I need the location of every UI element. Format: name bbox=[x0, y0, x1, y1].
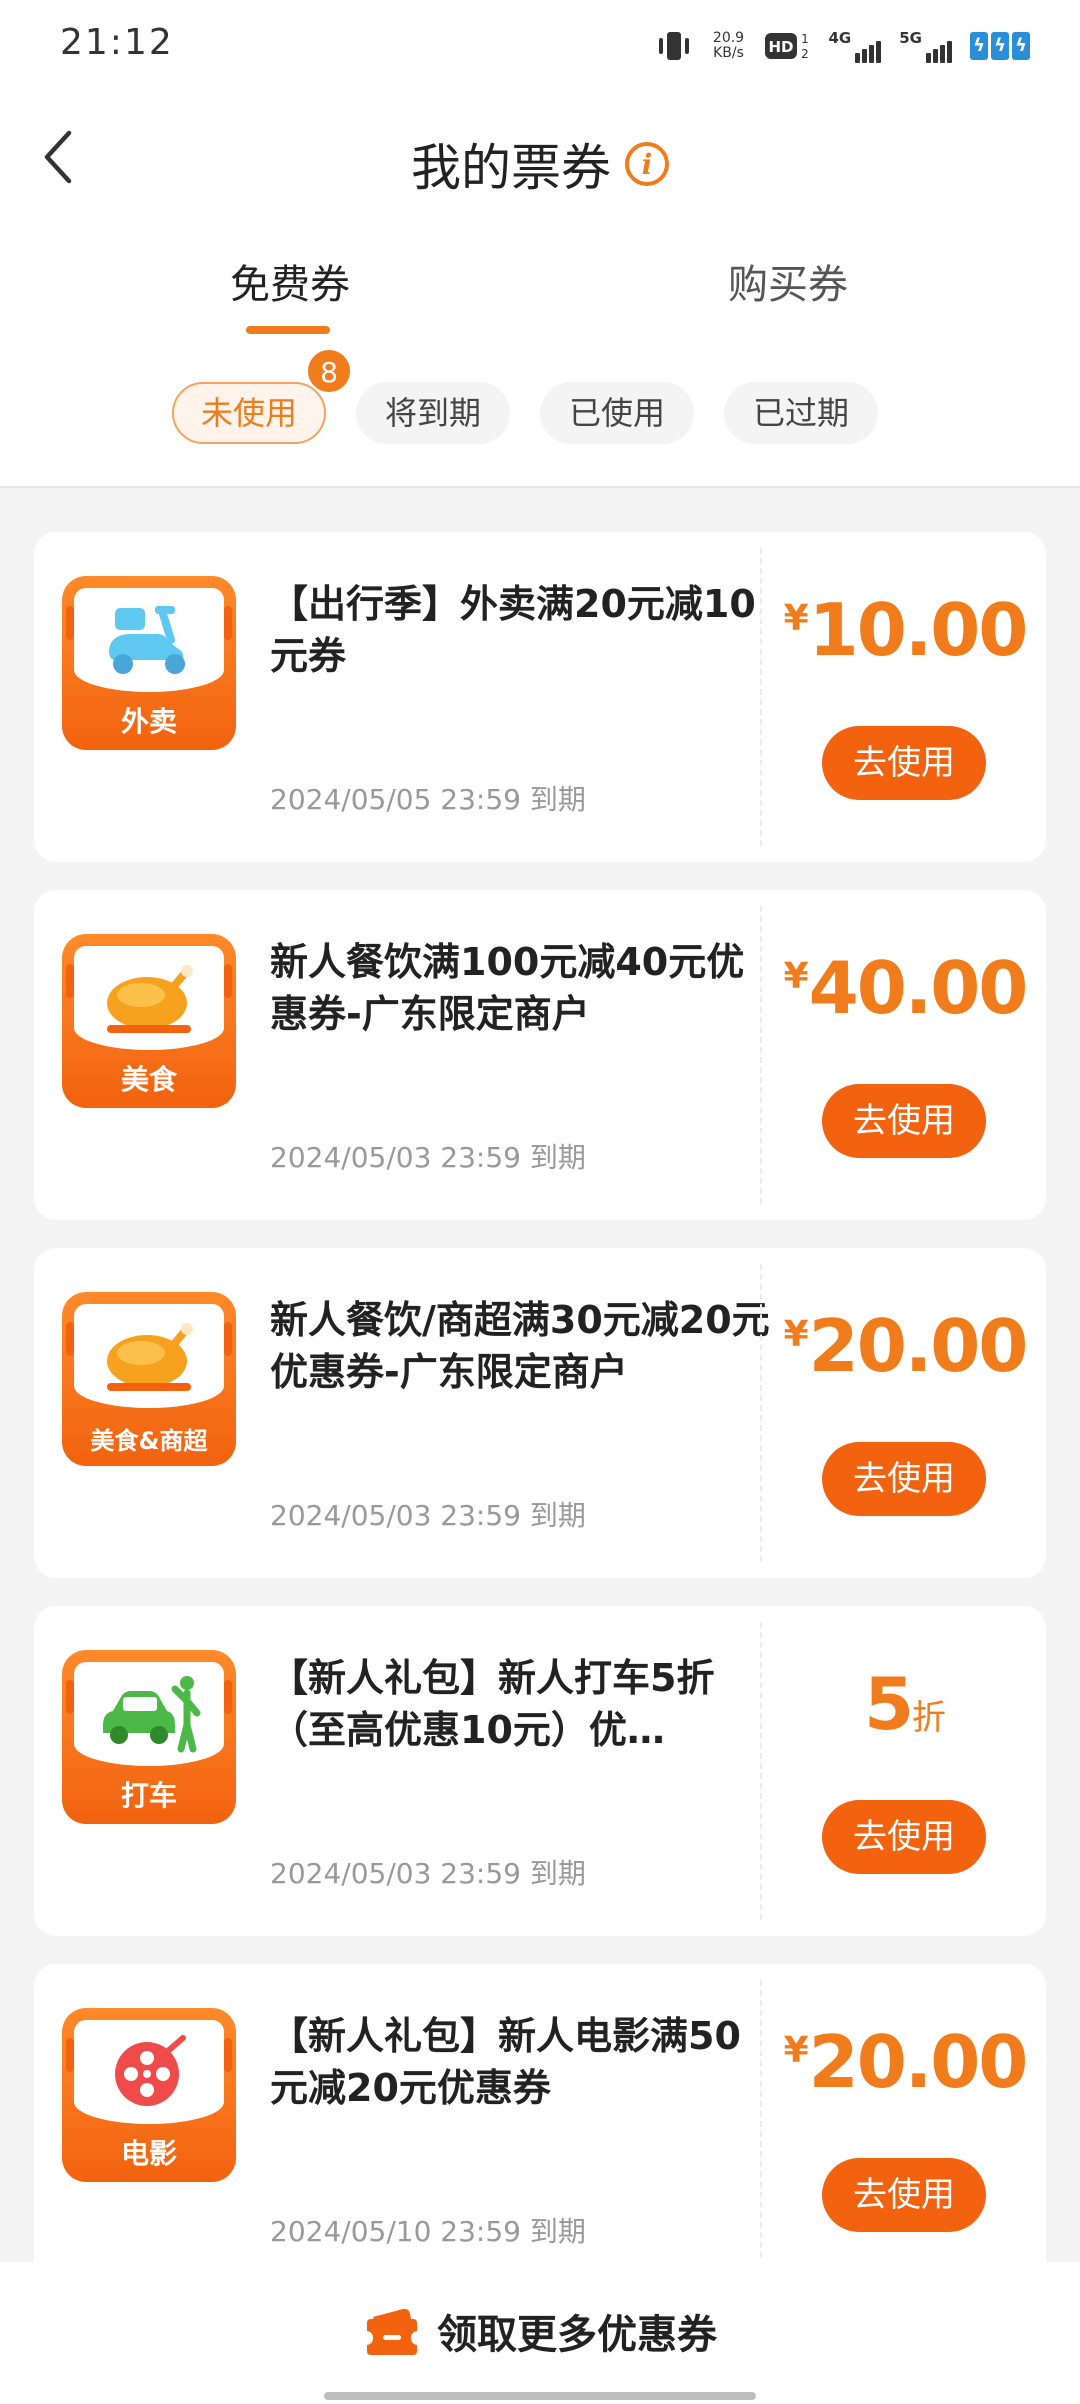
roast-chicken-icon bbox=[107, 1323, 193, 1391]
net-speed-value: 20.9 bbox=[712, 30, 745, 46]
coupon-title: 【新人礼包】新人打车5折（至高优惠10元）优… bbox=[270, 1656, 715, 1752]
filter-used[interactable]: 已使用 bbox=[540, 382, 694, 444]
bottom-bar: 领取更多优惠券 bbox=[0, 2262, 1080, 2404]
sim1-signal-icon: 4G bbox=[829, 29, 882, 63]
net-speed-unit: KB/s bbox=[713, 45, 744, 61]
currency-symbol: ¥ bbox=[783, 1314, 809, 1355]
taxi-icon bbox=[103, 1676, 201, 1753]
coupon-value: ¥20.00 bbox=[764, 1304, 1046, 1388]
coupon-card[interactable]: 美食&商超 新人餐饮/商超满30元减20元优惠券-广东限定商户 2024/05/… bbox=[34, 1248, 1046, 1578]
coupon-divider bbox=[760, 906, 762, 1204]
coupon-card[interactable]: 美食 新人餐饮满100元减40元优惠券-广东限定商户 2024/05/03 23… bbox=[34, 890, 1046, 1220]
info-icon[interactable]: i bbox=[625, 142, 669, 186]
currency-symbol: ¥ bbox=[783, 956, 809, 997]
use-coupon-button[interactable]: 去使用 bbox=[822, 2158, 986, 2232]
use-coupon-button[interactable]: 去使用 bbox=[822, 1800, 986, 1874]
coupon-category: 电影 bbox=[120, 2137, 177, 2170]
coupon-expiry: 2024/05/10 23:59 到期 bbox=[270, 2215, 586, 2248]
coupon-expiry: 2024/05/03 23:59 到期 bbox=[270, 1141, 586, 1174]
svg-text:HD: HD bbox=[768, 38, 793, 56]
battery-icon: ϟϟϟ bbox=[970, 32, 1030, 60]
vibrate-icon bbox=[655, 28, 693, 64]
coupon-value: ¥40.00 bbox=[764, 946, 1046, 1030]
use-coupon-button[interactable]: 去使用 bbox=[822, 726, 986, 800]
tab-free-coupons[interactable]: 免费券 bbox=[230, 252, 350, 310]
use-coupon-button[interactable]: 去使用 bbox=[822, 1442, 986, 1516]
coupon-list: 外卖 【出行季】外卖满20元减10元券 2024/05/05 23:59 到期 … bbox=[34, 532, 1046, 2322]
coupon-expiry: 2024/05/03 23:59 到期 bbox=[270, 1499, 586, 1532]
coupon-category-badge: 美食&商超 bbox=[62, 1292, 236, 1466]
coupon-amount: 10.00 bbox=[808, 588, 1029, 672]
page-title: 我的票券 bbox=[411, 139, 611, 197]
coupon-category: 美食&商超 bbox=[90, 1427, 208, 1455]
page-title-bar: 我的票券 i bbox=[0, 128, 1080, 200]
tab-purchased-coupons[interactable]: 购买券 bbox=[728, 252, 848, 310]
coupon-amount: 20.00 bbox=[808, 1304, 1029, 1388]
header-area: 21:12 20.9 KB/s HD 1 2 4G 5G ϟϟϟ 我的票券 i … bbox=[0, 0, 1080, 488]
status-bar: 21:12 20.9 KB/s HD 1 2 4G 5G ϟϟϟ bbox=[0, 0, 1080, 92]
coupon-category-badge: 外卖 bbox=[62, 576, 236, 750]
home-indicator[interactable] bbox=[324, 2392, 756, 2400]
sim1-label: 4G bbox=[828, 29, 852, 47]
coupon-card[interactable]: 外卖 【出行季】外卖满20元减10元券 2024/05/05 23:59 到期 … bbox=[34, 532, 1046, 862]
coupon-expiry: 2024/05/05 23:59 到期 bbox=[270, 783, 586, 816]
coupon-title: 新人餐饮满100元减40元优惠券-广东限定商户 bbox=[270, 940, 745, 1036]
currency-symbol: ¥ bbox=[783, 598, 809, 639]
coupon-divider bbox=[760, 548, 762, 846]
currency-symbol: ¥ bbox=[783, 2030, 809, 2071]
coupon-category: 打车 bbox=[120, 1779, 177, 1812]
coupon-category: 美食 bbox=[120, 1063, 177, 1096]
film-reel-icon bbox=[115, 2035, 186, 2106]
svg-text:1: 1 bbox=[801, 32, 809, 46]
coupon-divider bbox=[760, 1622, 762, 1920]
coupon-category-badge: 电影 bbox=[62, 2008, 236, 2182]
svg-text:2: 2 bbox=[801, 47, 809, 61]
filter-expired[interactable]: 已过期 bbox=[724, 382, 878, 444]
sim2-signal-icon: 5G bbox=[899, 29, 952, 63]
roast-chicken-icon bbox=[107, 965, 193, 1033]
coupon-title: 新人餐饮/商超满30元减20元优惠券-广东限定商户 bbox=[270, 1298, 770, 1394]
scooter-icon bbox=[109, 606, 185, 674]
coupon-unit: 折 bbox=[912, 1698, 947, 1738]
coupon-value: ¥20.00 bbox=[764, 2020, 1046, 2104]
coupon-ticket-icon bbox=[367, 2308, 417, 2355]
coupon-card[interactable]: 打车 【新人礼包】新人打车5折（至高优惠10元）优… 2024/05/03 23… bbox=[34, 1606, 1046, 1936]
coupon-category-badge: 美食 bbox=[62, 934, 236, 1108]
coupon-value: 5折 bbox=[764, 1662, 1046, 1746]
status-time: 21:12 bbox=[60, 22, 174, 63]
coupon-amount: 20.00 bbox=[808, 2020, 1029, 2104]
unused-count-badge: 8 bbox=[306, 348, 352, 394]
coupon-value: ¥10.00 bbox=[764, 588, 1046, 672]
coupon-title: 【出行季】外卖满20元减10元券 bbox=[270, 582, 756, 678]
coupon-amount: 40.00 bbox=[808, 946, 1029, 1030]
sim2-label: 5G bbox=[899, 29, 922, 47]
net-speed: 20.9 KB/s bbox=[711, 31, 747, 61]
status-icons: 20.9 KB/s HD 1 2 4G 5G ϟϟϟ bbox=[655, 26, 1030, 66]
coupon-expiry: 2024/05/03 23:59 到期 bbox=[270, 1857, 586, 1890]
tab-active-indicator bbox=[246, 326, 330, 334]
coupon-category: 外卖 bbox=[120, 705, 177, 738]
use-coupon-button[interactable]: 去使用 bbox=[822, 1084, 986, 1158]
filter-expiring[interactable]: 将到期 bbox=[356, 382, 510, 444]
coupon-divider bbox=[760, 1264, 762, 1562]
get-more-coupons-label: 领取更多优惠券 bbox=[437, 2312, 717, 2358]
hd-voice-icon: HD 1 2 bbox=[764, 31, 811, 61]
get-more-coupons-button[interactable]: 领取更多优惠券 bbox=[0, 2302, 1080, 2367]
coupon-card[interactable]: 电影 【新人礼包】新人电影满50元减20元优惠券 2024/05/10 23:5… bbox=[34, 1964, 1046, 2294]
coupon-category-badge: 打车 bbox=[62, 1650, 236, 1824]
coupon-amount: 5 bbox=[863, 1662, 914, 1746]
filter-unused[interactable]: 未使用 bbox=[172, 382, 326, 444]
coupon-title: 【新人礼包】新人电影满50元减20元优惠券 bbox=[270, 2014, 741, 2110]
coupon-divider bbox=[760, 1980, 762, 2278]
